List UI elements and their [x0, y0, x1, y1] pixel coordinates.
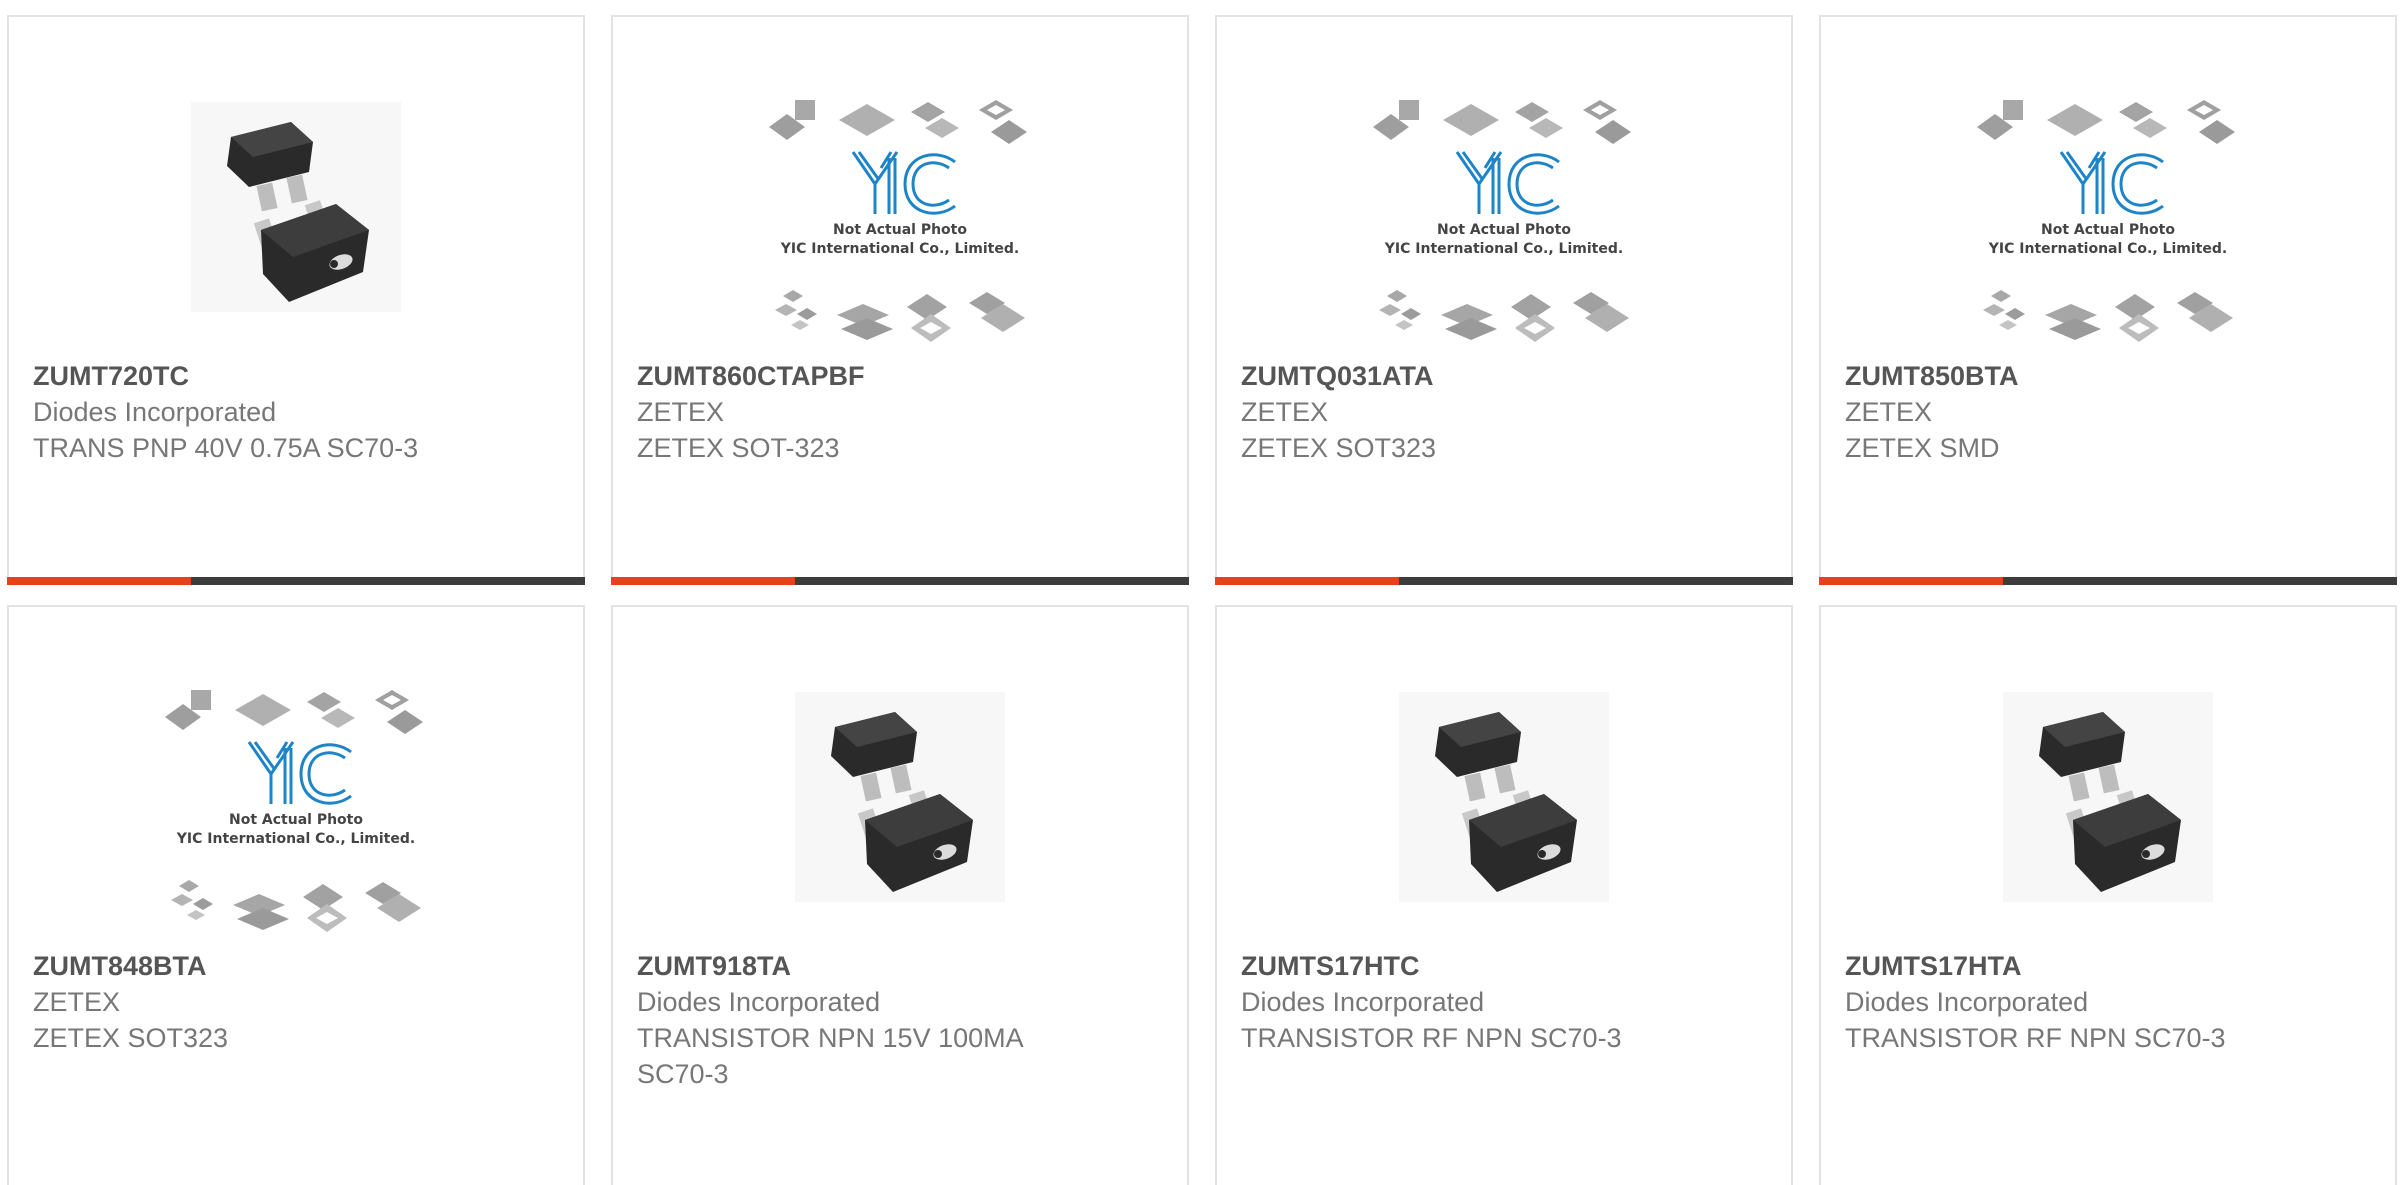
- transistor-photo-icon: [9, 67, 583, 367]
- not-actual-photo-icon: Not Actual Photo YIC International Co., …: [1217, 67, 1791, 367]
- card-progress-bar: [611, 577, 1189, 585]
- part-number[interactable]: ZUMTQ031ATA: [1241, 358, 1767, 394]
- manufacturer: Diodes Incorporated: [1241, 987, 1485, 1017]
- product-info: ZUMT850BTA ZETEX ZETEX SMD: [1845, 358, 2371, 466]
- svg-text:YIC International Co., Limited: YIC International Co., Limited.: [1384, 241, 1623, 257]
- product-card[interactable]: Not Actual Photo YIC International Co., …: [7, 605, 585, 1185]
- part-number[interactable]: ZUMT850BTA: [1845, 358, 2371, 394]
- card-progress-accent: [7, 577, 191, 585]
- not-actual-photo-icon: Not Actual Photo YIC International Co., …: [613, 67, 1187, 367]
- svg-text:Not Actual Photo: Not Actual Photo: [833, 222, 967, 238]
- transistor-photo-icon: [2003, 692, 2213, 902]
- product-info: ZUMTS17HTC Diodes Incorporated TRANSISTO…: [1241, 948, 1767, 1056]
- svg-text:Not Actual Photo: Not Actual Photo: [1437, 222, 1571, 238]
- svg-text:YIC International Co., Limited: YIC International Co., Limited.: [1988, 241, 2227, 257]
- description: TRANSISTOR RF NPN SC70-3: [1241, 1023, 1622, 1053]
- part-number[interactable]: ZUMT860CTAPBF: [637, 358, 1163, 394]
- card-progress-bar: [7, 577, 585, 585]
- not-actual-photo-icon: Not Actual Photo YIC International Co., …: [1977, 100, 2235, 342]
- manufacturer: ZETEX: [33, 987, 121, 1017]
- card-progress-accent: [1819, 577, 2003, 585]
- svg-text:Not Actual Photo: Not Actual Photo: [229, 812, 363, 828]
- product-info: ZUMT848BTA ZETEX ZETEX SOT323: [33, 948, 559, 1056]
- not-actual-photo-icon: Not Actual Photo YIC International Co., …: [1373, 100, 1631, 342]
- svg-text:YIC International Co., Limited: YIC International Co., Limited.: [780, 241, 1019, 257]
- not-actual-photo-icon: Not Actual Photo YIC International Co., …: [9, 657, 583, 957]
- description: ZETEX SOT323: [33, 1023, 229, 1053]
- product-card[interactable]: ZUMTS17HTC Diodes Incorporated TRANSISTO…: [1215, 605, 1793, 1185]
- description: TRANS PNP 40V 0.75A SC70-3: [33, 433, 419, 463]
- transistor-photo-icon: [613, 657, 1187, 957]
- description: ZETEX SOT-323: [637, 433, 840, 463]
- transistor-photo-icon: [191, 102, 401, 312]
- card-progress-accent: [1215, 577, 1399, 585]
- product-info: ZUMT720TC Diodes Incorporated TRANS PNP …: [33, 358, 559, 466]
- description: ZETEX SMD: [1845, 433, 2000, 463]
- card-progress-accent: [611, 577, 795, 585]
- product-card[interactable]: ZUMTS17HTA Diodes Incorporated TRANSISTO…: [1819, 605, 2397, 1185]
- product-info: ZUMTQ031ATA ZETEX ZETEX SOT323: [1241, 358, 1767, 466]
- part-number[interactable]: ZUMT918TA: [637, 948, 1163, 984]
- description: TRANSISTOR RF NPN SC70-3: [1845, 1023, 2226, 1053]
- product-card[interactable]: ZUMT720TC Diodes Incorporated TRANS PNP …: [7, 15, 585, 585]
- manufacturer: ZETEX: [1241, 397, 1329, 427]
- manufacturer: Diodes Incorporated: [33, 397, 277, 427]
- not-actual-photo-icon: Not Actual Photo YIC International Co., …: [1821, 67, 2395, 367]
- transistor-photo-icon: [1217, 657, 1791, 957]
- transistor-photo-icon: [1399, 692, 1609, 902]
- manufacturer: ZETEX: [637, 397, 725, 427]
- product-info: ZUMT918TA Diodes Incorporated TRANSISTOR…: [637, 948, 1163, 1092]
- part-number[interactable]: ZUMT848BTA: [33, 948, 559, 984]
- not-actual-photo-icon: Not Actual Photo YIC International Co., …: [165, 690, 423, 932]
- description: ZETEX SOT323: [1241, 433, 1437, 463]
- transistor-photo-icon: [795, 692, 1005, 902]
- card-progress-bar: [1215, 577, 1793, 585]
- part-number[interactable]: ZUMT720TC: [33, 358, 559, 394]
- part-number[interactable]: ZUMTS17HTA: [1845, 948, 2371, 984]
- product-info: ZUMTS17HTA Diodes Incorporated TRANSISTO…: [1845, 948, 2371, 1056]
- transistor-photo-icon: [1821, 657, 2395, 957]
- product-card[interactable]: Not Actual Photo YIC International Co., …: [611, 15, 1189, 585]
- product-info: ZUMT860CTAPBF ZETEX ZETEX SOT-323: [637, 358, 1163, 466]
- svg-text:Not Actual Photo: Not Actual Photo: [2041, 222, 2175, 238]
- manufacturer: ZETEX: [1845, 397, 1933, 427]
- part-number[interactable]: ZUMTS17HTC: [1241, 948, 1767, 984]
- product-card[interactable]: ZUMT918TA Diodes Incorporated TRANSISTOR…: [611, 605, 1189, 1185]
- card-progress-bar: [1819, 577, 2397, 585]
- product-card[interactable]: Not Actual Photo YIC International Co., …: [1215, 15, 1793, 585]
- product-grid: ZUMT720TC Diodes Incorporated TRANS PNP …: [0, 0, 2400, 1185]
- description: TRANSISTOR NPN 15V 100MA SC70-3: [637, 1023, 1023, 1089]
- manufacturer: Diodes Incorporated: [637, 987, 881, 1017]
- product-card[interactable]: Not Actual Photo YIC International Co., …: [1819, 15, 2397, 585]
- not-actual-photo-icon: Not Actual Photo YIC International Co., …: [769, 100, 1027, 342]
- svg-text:YIC International Co., Limited: YIC International Co., Limited.: [176, 831, 415, 847]
- manufacturer: Diodes Incorporated: [1845, 987, 2089, 1017]
